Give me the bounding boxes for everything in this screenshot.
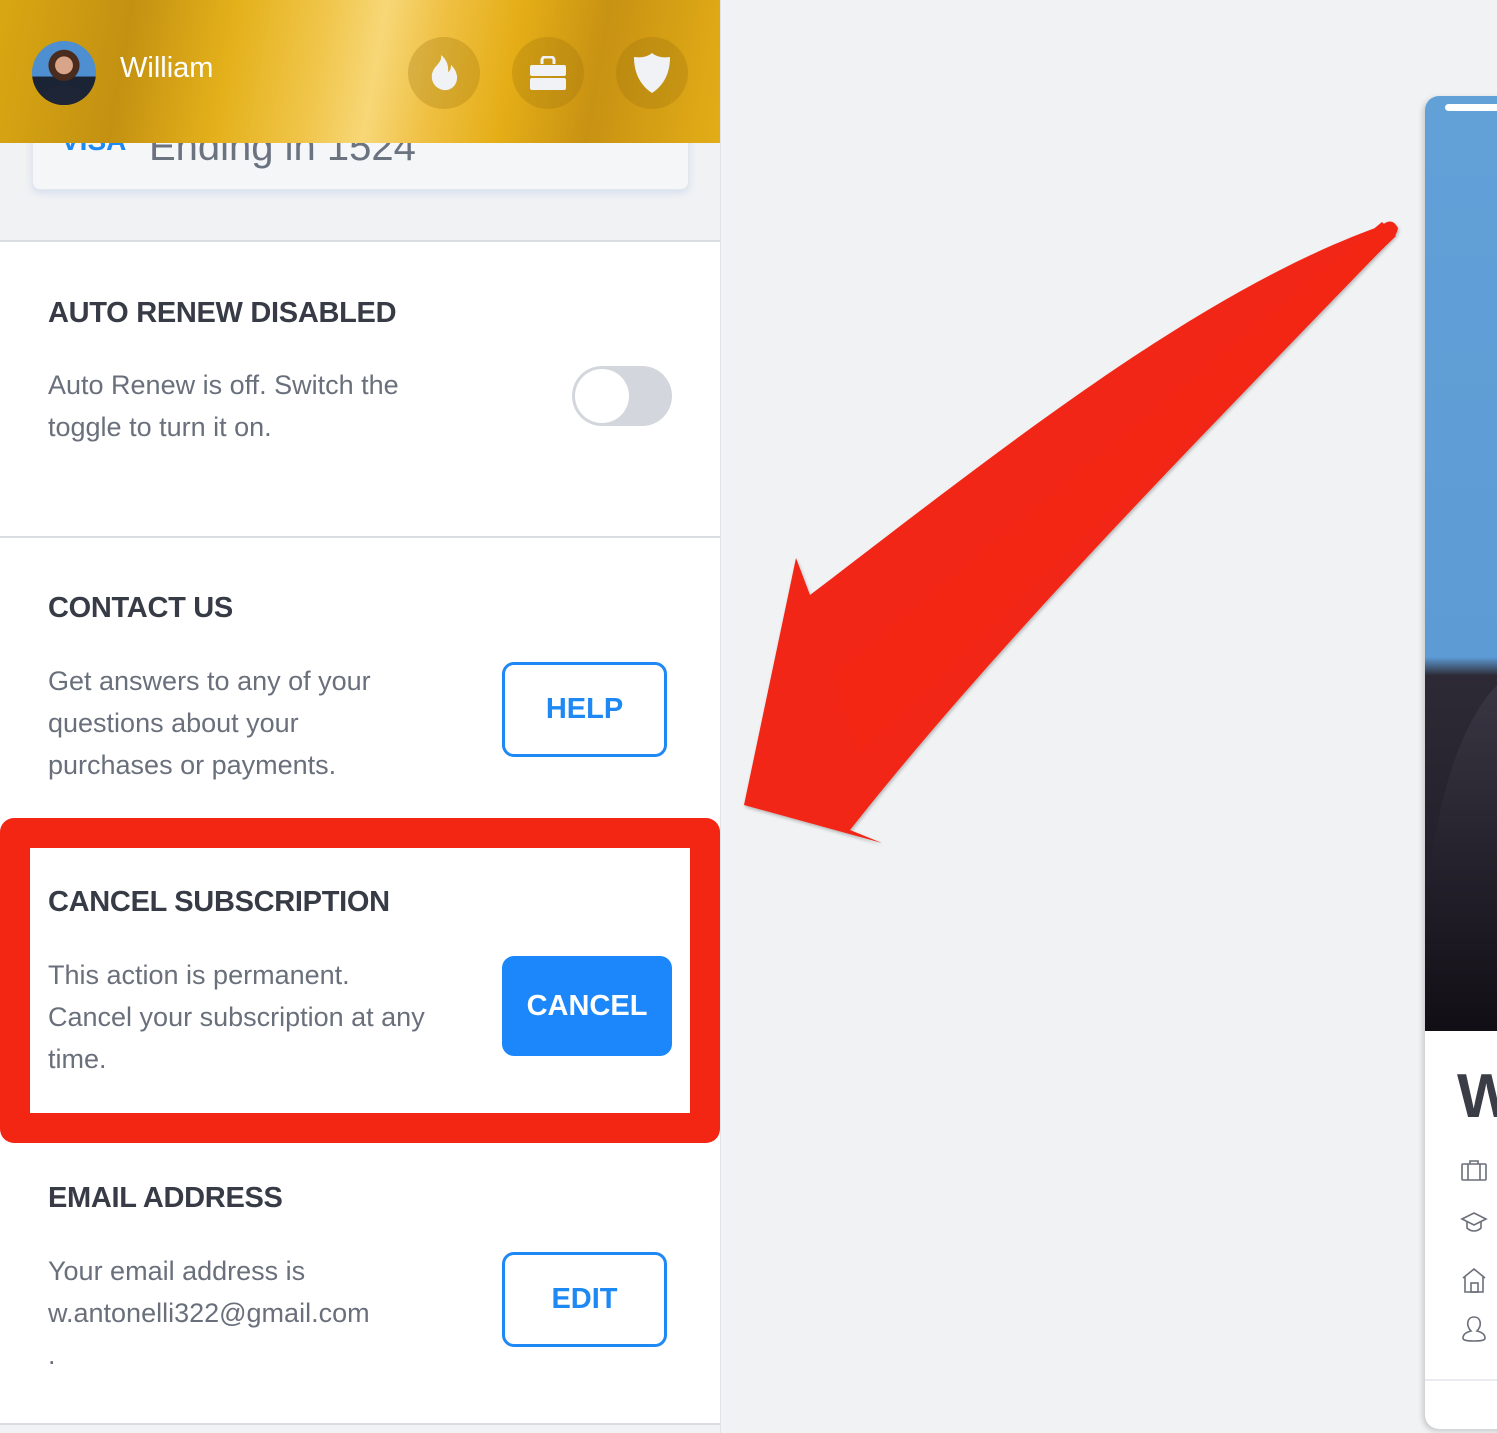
gold-header: William (0, 0, 720, 143)
email-section: EMAIL ADDRESS Your email address is w.an… (0, 1126, 720, 1425)
profile-preview-card[interactable]: W (1425, 96, 1497, 1429)
email-title: EMAIL ADDRESS (48, 1182, 283, 1214)
photo-progress-indicator (1445, 104, 1497, 111)
cancel-description: This action is permanent. Cancel your su… (48, 960, 425, 1074)
cancel-title: CANCEL SUBSCRIPTION (48, 886, 390, 918)
tinder-flame-icon (431, 55, 458, 91)
edit-email-button[interactable]: EDIT (502, 1252, 667, 1347)
graduation-cap-icon (1460, 1212, 1488, 1232)
contact-title: CONTACT US (48, 592, 233, 624)
help-button[interactable]: HELP (502, 662, 667, 757)
cancel-subscription-button[interactable]: CANCEL (502, 956, 672, 1056)
person-icon (1462, 1316, 1486, 1342)
email-prefix: Your email address is (48, 1256, 306, 1286)
auto-renew-description: Auto Renew is off. Switch the toggle to … (48, 370, 399, 442)
arrow-shape (744, 221, 1398, 844)
safety-button[interactable] (616, 37, 688, 109)
shield-icon (634, 53, 670, 93)
profile-photo (1425, 96, 1497, 1031)
briefcase-outline-icon (1461, 1160, 1487, 1181)
work-button[interactable] (512, 37, 584, 109)
auto-renew-toggle[interactable] (572, 366, 672, 426)
contact-section: CONTACT US Get answers to any of your qu… (0, 536, 720, 828)
briefcase-icon (530, 56, 566, 90)
email-suffix: . (48, 1340, 56, 1370)
profile-name: W (1457, 1062, 1497, 1131)
auto-renew-section: AUTO RENEW DISABLED Auto Renew is off. S… (0, 240, 720, 538)
profile-card-footer (1425, 1379, 1497, 1381)
settings-panel: VISA Ending in 1524 William AUTO RENEW D… (0, 0, 721, 1433)
email-value: w.antonelli322@gmail.com (48, 1298, 370, 1328)
toggle-knob (575, 369, 629, 423)
avatar[interactable] (32, 41, 96, 105)
contact-description: Get answers to any of your questions abo… (48, 666, 371, 780)
auto-renew-title: AUTO RENEW DISABLED (48, 297, 397, 329)
home-icon (1462, 1267, 1486, 1293)
discover-button[interactable] (408, 37, 480, 109)
username: William (120, 52, 214, 84)
email-description: Your email address is w.antonelli322@gma… (48, 1250, 448, 1376)
cancel-subscription-section: CANCEL SUBSCRIPTION This action is perma… (0, 826, 720, 1126)
